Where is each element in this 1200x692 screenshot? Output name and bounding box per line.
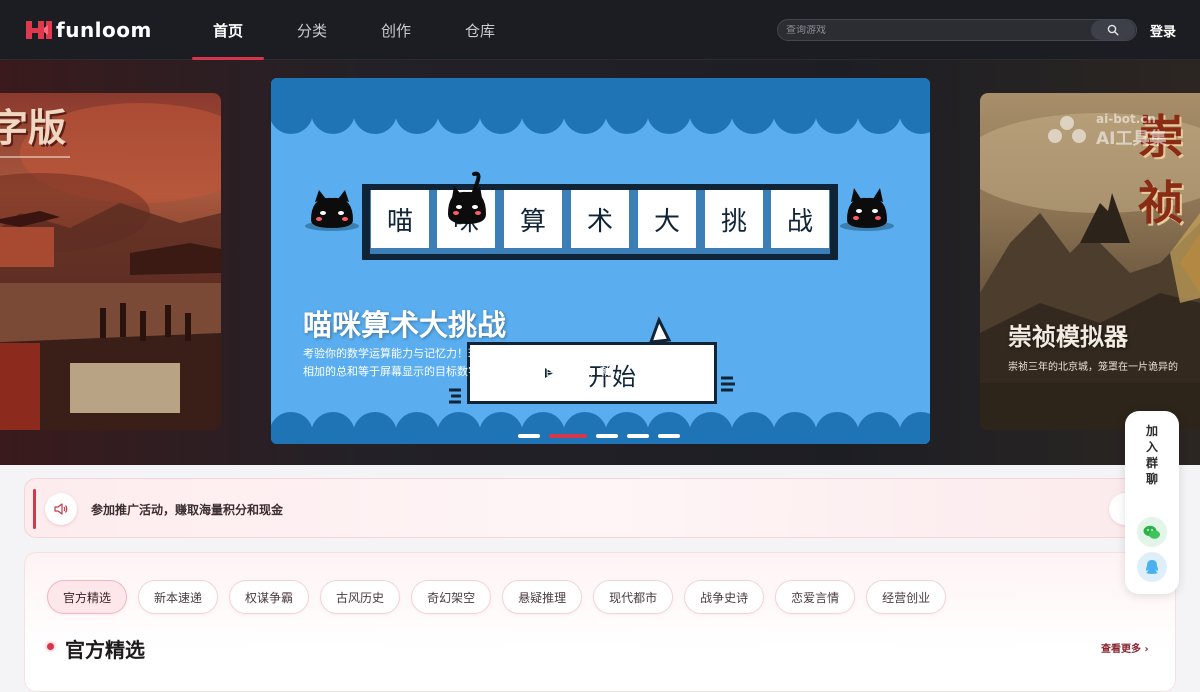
game-description: 考验你的数学运算能力与记忆力！玩法简单易懂：你需要挑选数字方块，使它们相加的总和… (303, 347, 688, 378)
carousel-dot-active[interactable] (549, 434, 587, 438)
carousel-card-next[interactable]: 崇祯 崇祯模拟器 崇祯三年的北京城，笼罩在一片诡异的 (980, 93, 1200, 430)
carousel-dot[interactable] (518, 434, 540, 438)
tag-urban[interactable]: 现代都市 (593, 580, 674, 614)
section-dot (47, 643, 54, 650)
wechat-button[interactable] (1137, 517, 1167, 547)
join-group-char: 加 (1145, 424, 1158, 438)
game-title: 喵咪算术大挑战 (303, 308, 507, 342)
watermark-name: AI工具集 (1096, 129, 1167, 149)
hero-carousel: 字版 崇祯 崇祯模拟器 崇祯三年的北京城，笼罩在一片诡异的 喵 算 术 大 挑 … (0, 60, 1200, 465)
wechat-icon (1143, 525, 1160, 539)
category-tags: 官方精选 新本速递 权谋争霸 古风历史 奇幻架空 悬疑推理 现代都市 战争史诗 … (47, 580, 957, 614)
carousel-card-prev[interactable]: 字版 (0, 93, 221, 430)
nav-repository[interactable]: 仓库 (444, 0, 516, 60)
carousel-dots (518, 434, 689, 438)
nav-home[interactable]: 首页 (192, 0, 264, 60)
title-tile: 大 (638, 190, 696, 248)
search-input[interactable] (778, 24, 1091, 36)
section-title: 官方精选 (65, 638, 145, 662)
tag-power-struggle[interactable]: 权谋争霸 (229, 580, 310, 614)
watermark-logo-icon (1048, 116, 1086, 143)
main-nav: 首页 分类 创作 仓库 (192, 0, 528, 60)
logo-icon (24, 17, 54, 43)
view-more-link[interactable]: 查看更多 › (1101, 640, 1149, 655)
promo-accent-bar (33, 489, 36, 529)
title-tile: 挑 (705, 190, 763, 248)
title-tile: 喵 (371, 190, 429, 248)
content-panel: 官方精选 新本速递 权谋争霸 古风历史 奇幻架空 悬疑推理 现代都市 战争史诗 … (24, 552, 1176, 692)
nav-create[interactable]: 创作 (360, 0, 432, 60)
login-button[interactable]: 登录 (1150, 21, 1176, 40)
join-group-label[interactable]: 加 入 群 聊 (1125, 423, 1179, 487)
tag-official-picks[interactable]: 官方精选 (47, 580, 128, 614)
tag-business[interactable]: 经营创业 (866, 580, 947, 614)
carousel-dot[interactable] (658, 434, 680, 438)
cat-icon (448, 171, 486, 224)
title-tile: 战 (771, 190, 829, 248)
top-navbar: funloom 首页 分类 创作 仓库 登录 (0, 0, 1200, 60)
title-tile: 术 (571, 190, 629, 248)
join-group-char: 聊 (1145, 472, 1158, 486)
qq-icon (1146, 560, 1158, 574)
tag-new-releases[interactable]: 新本速递 (138, 580, 219, 614)
next-card-title: 崇祯模拟器 (1008, 323, 1128, 351)
carousel-card-active[interactable]: 喵 咪 算 术 大 挑 战 开始 喵咪算术大挑战 考验你的数学运算能力与记忆力！… (271, 78, 930, 444)
search-button[interactable] (1091, 20, 1135, 40)
title-tile: 算 (504, 190, 562, 248)
prev-card-title: 字版 (0, 105, 67, 150)
tag-romance[interactable]: 恋爱言情 (775, 580, 856, 614)
search-bar (777, 19, 1137, 41)
search-icon (1107, 24, 1119, 36)
logo-text: funloom (56, 18, 152, 42)
tag-mystery[interactable]: 悬疑推理 (502, 580, 583, 614)
join-group-panel: 加 入 群 聊 (1125, 411, 1179, 594)
promo-text: 参加推广活动，赚取海量积分和现金 (91, 503, 284, 517)
nav-categories[interactable]: 分类 (276, 0, 348, 60)
tag-ancient-history[interactable]: 古风历史 (320, 580, 401, 614)
carousel-dot[interactable] (627, 434, 649, 438)
tag-fantasy[interactable]: 奇幻架空 (411, 580, 492, 614)
join-group-char: 群 (1145, 456, 1158, 470)
qq-button[interactable] (1137, 552, 1167, 582)
next-card-description: 崇祯三年的北京城，笼罩在一片诡异的 (1008, 362, 1178, 373)
speaker-icon (45, 493, 77, 525)
promo-banner[interactable]: 参加推广活动，赚取海量积分和现金 (24, 478, 1176, 538)
carousel-dot[interactable] (596, 434, 618, 438)
logo[interactable]: funloom (24, 16, 152, 44)
join-group-char: 入 (1145, 440, 1158, 454)
tag-war-epic[interactable]: 战争史诗 (684, 580, 765, 614)
